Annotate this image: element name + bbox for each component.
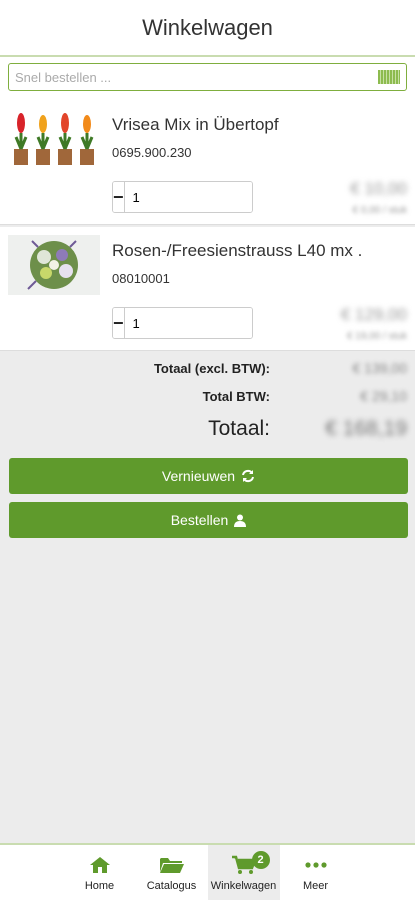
quantity-stepper: − + (112, 307, 253, 339)
quick-order-search[interactable] (8, 63, 407, 91)
decrease-quantity-button[interactable]: − (113, 182, 125, 212)
order-button[interactable]: Bestellen (9, 502, 408, 538)
tab-label: Meer (302, 880, 329, 892)
search-input[interactable] (15, 69, 378, 85)
tab-label: Home (84, 880, 115, 892)
tab-cart[interactable]: 2 Winkelwagen (207, 845, 280, 900)
tab-home[interactable]: Home (64, 845, 136, 900)
product-code: 0695.900.230 (112, 145, 192, 160)
product-title[interactable]: Rosen-/Freesienstrauss L40 mx . (112, 241, 407, 261)
product-code: 08010001 (112, 271, 170, 286)
quantity-input[interactable] (124, 308, 252, 338)
item-price: € 129,00 (340, 305, 407, 324)
refresh-button[interactable]: Vernieuwen (9, 458, 408, 494)
tab-label: Catalogus (146, 880, 197, 892)
tab-catalog[interactable]: Catalogus (136, 845, 208, 900)
subtotal-label: Totaal (excl. BTW): (153, 361, 270, 376)
tab-more[interactable]: Meer (280, 845, 352, 900)
total-value: € 168,19 (325, 417, 407, 440)
more-icon (304, 854, 327, 876)
user-icon (234, 514, 247, 527)
home-icon (89, 854, 111, 876)
subtotal-value: € 139,00 (352, 360, 408, 376)
search-bar (0, 57, 415, 101)
tab-label: Winkelwagen (210, 880, 277, 892)
vat-value: € 29,10 (360, 388, 407, 404)
decrease-quantity-button[interactable]: − (113, 308, 125, 338)
cart-icon: 2 (231, 851, 270, 876)
page-title: Winkelwagen (142, 14, 273, 40)
quantity-stepper: − + (112, 181, 253, 213)
total-label: Totaal: (208, 417, 270, 440)
item-unit-price: € 0,00 / stuk (352, 205, 407, 216)
vat-label: Total BTW: (202, 389, 270, 404)
product-image (8, 109, 100, 169)
cart-count-badge: 2 (251, 851, 270, 869)
folder-open-icon (159, 854, 185, 876)
order-button-label: Bestellen (170, 512, 229, 528)
refresh-button-label: Vernieuwen (161, 468, 236, 484)
product-title[interactable]: Vrisea Mix in Übertopf (112, 115, 407, 135)
item-unit-price: € 19,00 / stuk (346, 331, 407, 342)
app-header: Winkelwagen (0, 0, 415, 57)
barcode-icon[interactable] (378, 70, 400, 84)
product-image (8, 235, 100, 295)
quantity-input[interactable] (124, 182, 252, 212)
bottom-tab-bar: Home Catalogus 2 Winkelwagen Meer (0, 843, 415, 900)
cart-item: Vrisea Mix in Übertopf 0695.900.230 − + … (0, 101, 415, 225)
refresh-icon (242, 469, 255, 483)
cart-item: Rosen-/Freesienstrauss L40 mx . 08010001… (0, 227, 415, 351)
item-price: € 10,00 (350, 179, 407, 198)
